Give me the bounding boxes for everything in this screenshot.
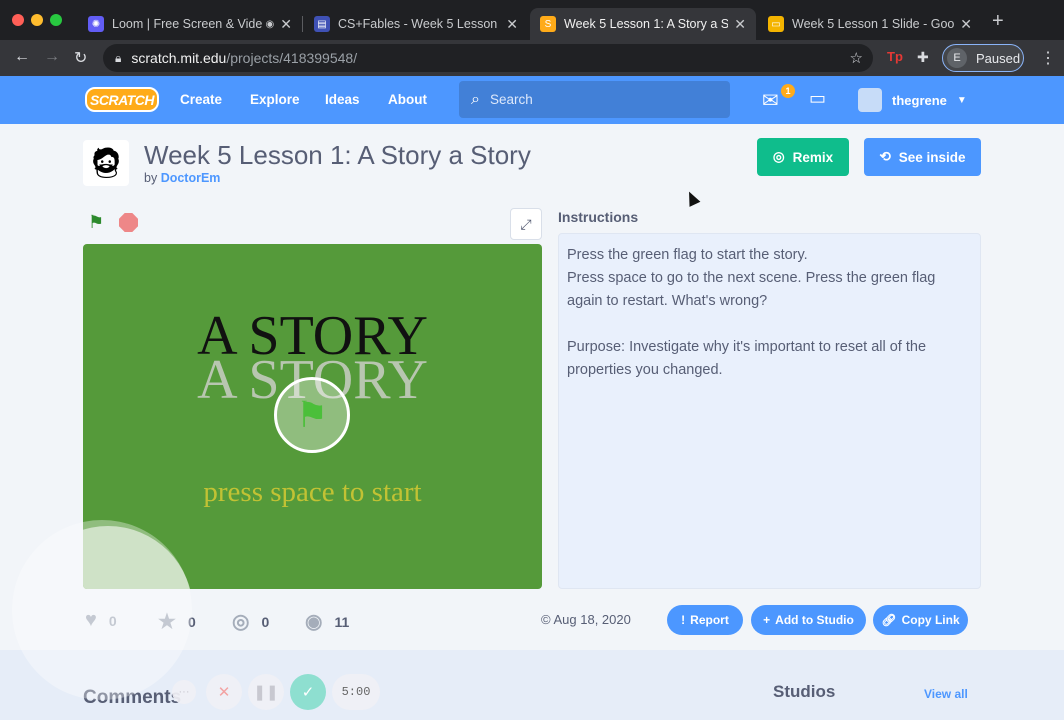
close-tab-icon[interactable]: ✕ <box>734 16 746 33</box>
views-stat: ◉ 11 <box>305 611 350 633</box>
lock-icon: 🔒︎ <box>115 50 122 65</box>
search-icon: ⌕ <box>471 90 480 108</box>
loom-cancel-icon[interactable]: ✕ <box>206 674 242 710</box>
eye-icon: ◉ <box>305 611 323 633</box>
stop-sign-icon[interactable] <box>119 213 138 232</box>
remix-stat: ◎ 0 <box>232 611 270 633</box>
close-tab-icon[interactable]: ✕ <box>506 16 518 33</box>
tab-divider <box>302 16 303 32</box>
loom-pause-icon[interactable]: ❚❚ <box>248 674 284 710</box>
profile-avatar: E <box>947 48 967 68</box>
browser-tab-bar: ✺ Loom | Free Screen & Vide ◉ ✕ ▤ CS+Fab… <box>0 0 1064 40</box>
slides-icon: ▭ <box>768 16 784 32</box>
search-input[interactable] <box>489 92 690 107</box>
address-bar[interactable]: 🔒︎ scratch.mit.edu/projects/418399548/ ☆ <box>103 44 873 72</box>
green-flag-icon[interactable]: ⚑ <box>88 212 104 233</box>
account-menu[interactable]: thegrene ▼ <box>858 88 967 112</box>
nav-ideas[interactable]: Ideas <box>325 92 360 107</box>
instructions-line: Press space to go to the next scene. Pre… <box>567 270 936 309</box>
messages-icon[interactable]: ✉ <box>762 88 779 113</box>
doc-icon: ▤ <box>314 16 330 32</box>
maximize-window-button[interactable] <box>50 14 62 26</box>
back-arrow-icon[interactable]: ← <box>14 48 30 66</box>
forward-arrow-icon[interactable]: → <box>44 48 60 66</box>
browser-menu-icon[interactable]: ⋮ <box>1040 48 1056 68</box>
fullscreen-icon: ⤢ <box>520 215 532 232</box>
byline: by DoctorEm <box>144 171 221 185</box>
add-to-studio-button[interactable]: + Add to Studio <box>751 605 866 635</box>
messages-badge: 1 <box>781 84 795 98</box>
loom-camera-bubble[interactable] <box>12 520 192 700</box>
nav-explore[interactable]: Explore <box>250 92 300 107</box>
studios-heading: Studios <box>773 682 836 701</box>
close-tab-icon[interactable]: ✕ <box>280 16 292 33</box>
project-title: Week 5 Lesson 1: A Story a Story <box>144 140 531 170</box>
share-date: © Aug 18, 2020 <box>541 612 631 627</box>
instructions-heading: Instructions <box>558 209 639 225</box>
bookmark-star-icon[interactable]: ☆ <box>850 49 863 67</box>
instructions-line: Purpose: Investigate why it's important … <box>567 339 927 378</box>
nav-create[interactable]: Create <box>180 92 222 107</box>
exclamation-icon: ! <box>681 613 686 627</box>
profile-button[interactable]: E Paused <box>942 44 1024 72</box>
remix-spiral-icon: ◎ <box>232 611 250 633</box>
copy-link-button[interactable]: 🔗︎ Copy Link <box>873 605 968 635</box>
my-stuff-folder-icon[interactable]: ▭ <box>809 88 826 109</box>
scratch-icon: S <box>540 16 556 32</box>
browser-tab-slides[interactable]: ▭ Week 5 Lesson 1 Slide - Googl ✕ <box>758 8 982 40</box>
puzzle-extensions-icon[interactable]: ✚ <box>917 49 929 66</box>
see-inside-button[interactable]: ⟲ See inside <box>864 138 981 176</box>
loom-timer: 5:00 <box>332 674 380 710</box>
report-button[interactable]: ! Report <box>667 605 743 635</box>
link-icon: 🔗︎ <box>881 613 897 627</box>
nav-about[interactable]: About <box>388 92 427 107</box>
reload-icon[interactable]: ↻ <box>74 48 87 68</box>
plus-icon: + <box>763 613 771 627</box>
extension-tp-icon[interactable]: Tp <box>887 49 903 64</box>
scratch-logo[interactable]: SCRATCH <box>85 87 159 112</box>
view-all-link[interactable]: View all <box>924 687 968 701</box>
browser-tab-loom[interactable]: ✺ Loom | Free Screen & Vide ◉ ✕ <box>78 8 302 40</box>
author-avatar[interactable]: 🧔︎ <box>83 140 129 186</box>
minimize-window-button[interactable] <box>31 14 43 26</box>
avatar <box>858 88 882 112</box>
instructions-line: Press the green flag to start the story. <box>567 247 808 263</box>
new-tab-button[interactable]: + <box>992 10 1004 33</box>
loom-more-icon[interactable]: ··· <box>172 680 196 704</box>
stage-green-flag-overlay[interactable]: ⚑ <box>274 377 350 453</box>
browser-tab-scratch[interactable]: S Week 5 Lesson 1: A Story a Sto ✕ <box>530 8 756 40</box>
loom-finish-icon[interactable]: ✓ <box>290 674 326 710</box>
scratch-header: SCRATCH Create Explore Ideas About ⌕ ✉ 1… <box>0 76 1064 124</box>
remix-icon: ◎ <box>772 149 785 164</box>
close-tab-icon[interactable]: ✕ <box>960 16 972 33</box>
browser-toolbar: ← → ↻ 🔒︎ scratch.mit.edu/projects/418399… <box>0 40 1064 76</box>
instructions-box: Press the green flag to start the story.… <box>558 233 981 589</box>
mouse-cursor <box>683 189 701 207</box>
stage-press-space-text: press space to start <box>203 476 422 508</box>
fullscreen-button[interactable]: ⤢ <box>510 208 542 240</box>
close-window-button[interactable] <box>12 14 24 26</box>
green-flag-icon: ⚑ <box>295 394 329 435</box>
copyright-icon: © <box>541 612 551 627</box>
author-link[interactable]: DoctorEm <box>161 171 221 185</box>
loom-icon: ✺ <box>88 16 104 32</box>
instructions-line <box>567 313 972 336</box>
chevron-down-icon: ▼ <box>956 94 967 106</box>
see-inside-icon: ⟲ <box>879 149 891 164</box>
browser-tab-csfables[interactable]: ▤ CS+Fables - Week 5 Lesson 1 ✕ <box>304 8 528 40</box>
username: thegrene <box>892 92 947 108</box>
recording-icon: ◉ <box>265 18 275 30</box>
remix-button[interactable]: ◎ Remix <box>757 138 849 176</box>
search-bar: ⌕ <box>459 81 730 118</box>
